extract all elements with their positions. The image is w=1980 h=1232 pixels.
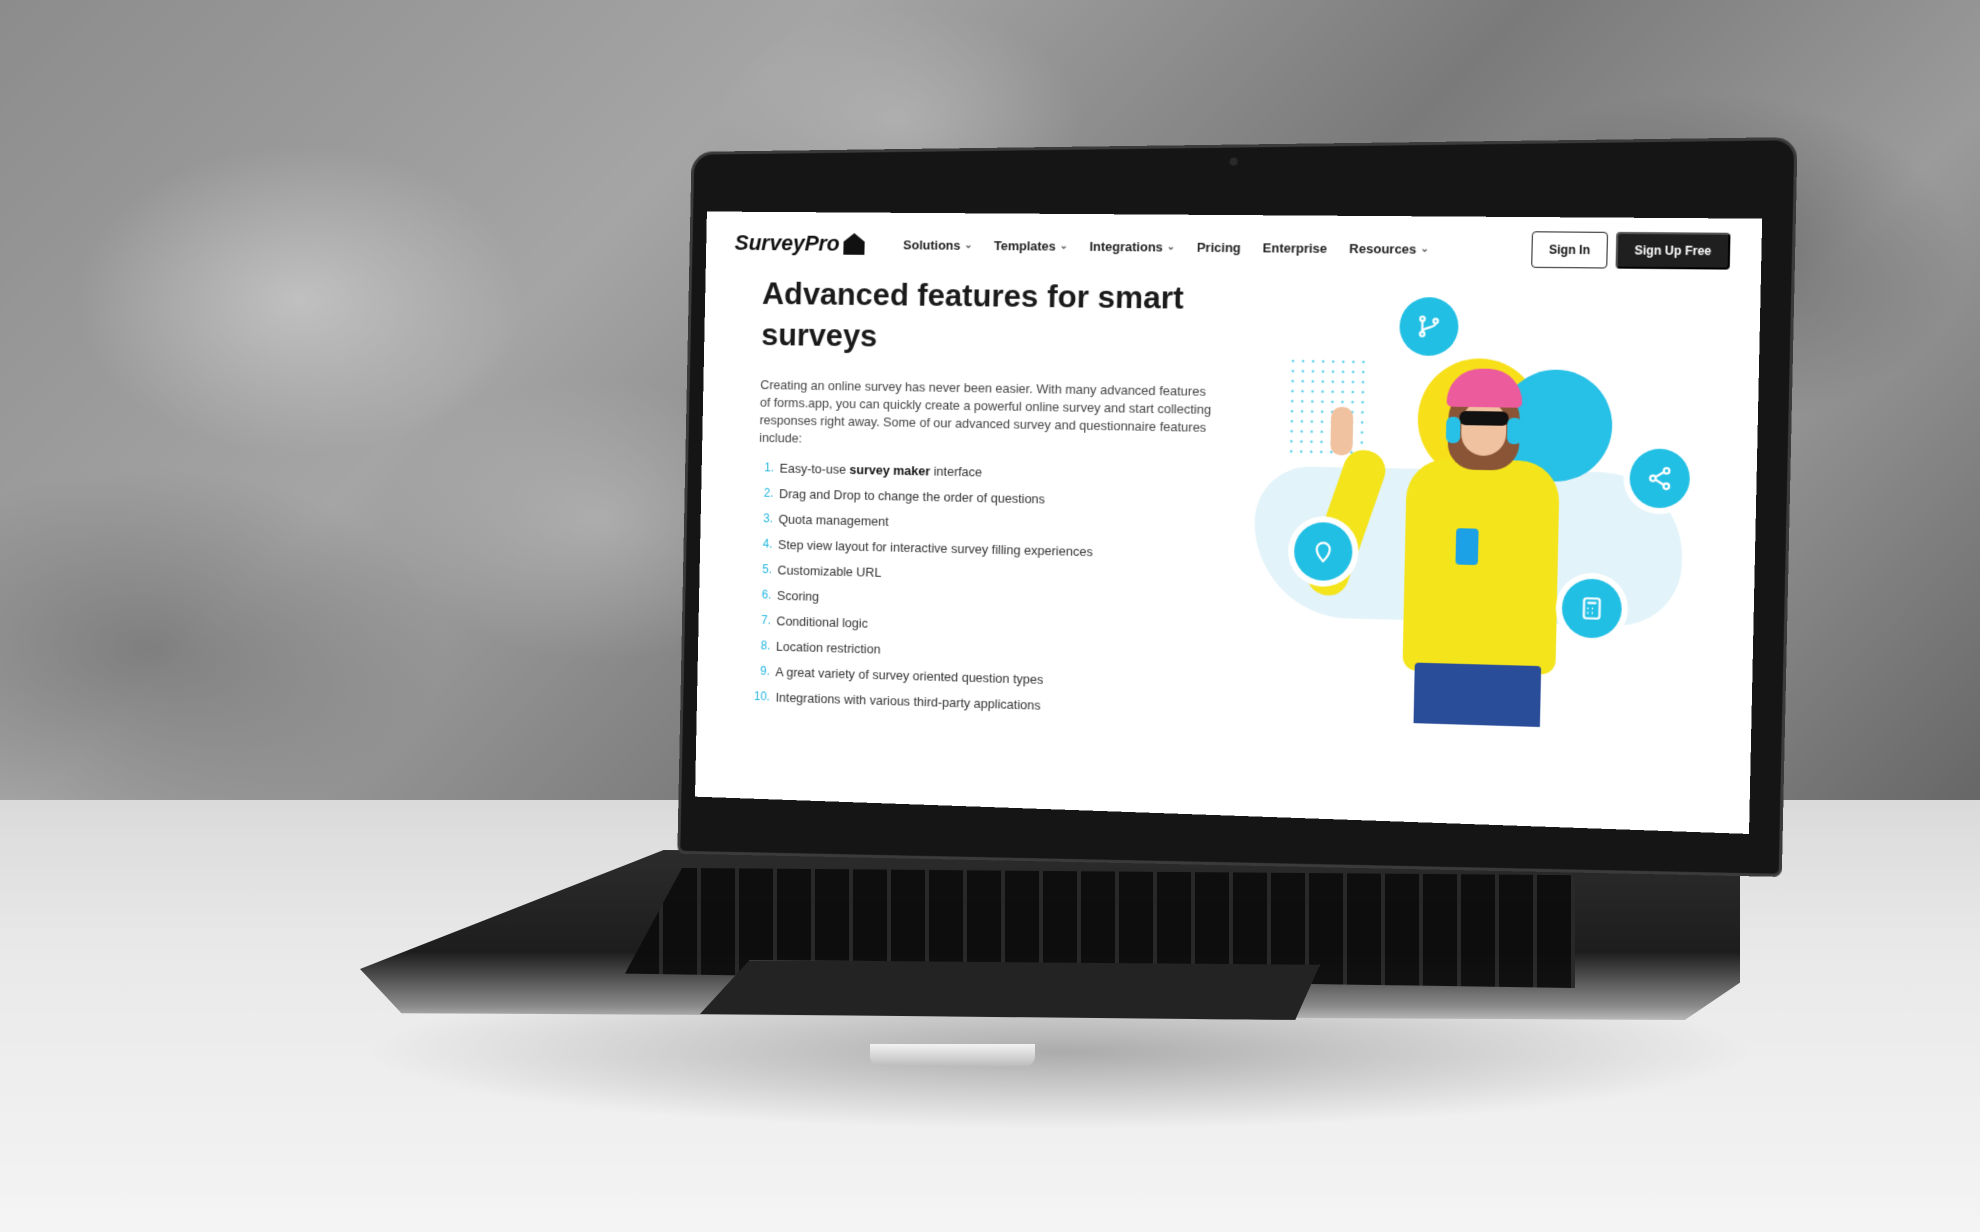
- dot-pattern: [1286, 355, 1369, 458]
- nav-item-label: Templates: [993, 237, 1056, 254]
- chevron-down-icon: ⌄: [1059, 240, 1069, 252]
- list-item: 7. Conditional logic: [755, 613, 1262, 641]
- calculator-icon: [1561, 578, 1623, 639]
- feature-list: 1. Easy-to-use survey maker interface 2. Dr…: [754, 460, 1266, 719]
- nav-item-label: Integrations: [1089, 238, 1164, 254]
- webcam: [1229, 157, 1238, 166]
- site-logo[interactable]: SurveyPro: [734, 230, 864, 257]
- list-item: 6. Scoring: [756, 588, 1263, 616]
- list-item: 2. Drag and Drop to change the order of q…: [758, 486, 1265, 511]
- list-text-pre: Easy-to-use: [779, 460, 850, 477]
- list-number: 2.: [763, 485, 774, 500]
- intro-paragraph: Creating an online survey has never been…: [759, 377, 1212, 446]
- list-text-pre: Integrations with various third-party ap…: [775, 689, 1041, 713]
- list-text-bold[interactable]: survey maker: [849, 462, 930, 478]
- chevron-down-icon: ⌄: [964, 239, 973, 251]
- list-text: Scoring: [777, 588, 819, 604]
- list-number: 7.: [761, 613, 771, 628]
- sunglasses: [1459, 410, 1509, 426]
- list-number: 4.: [762, 536, 773, 551]
- list-item: 8. Location restriction: [755, 638, 1262, 667]
- laptop-shadow: [360, 1000, 1760, 1130]
- sign-up-button[interactable]: Sign Up Free: [1615, 231, 1731, 270]
- list-item: 9. A great variety of survey oriented que…: [754, 664, 1261, 694]
- list-text: Location restriction: [776, 639, 881, 657]
- list-text-pre: Quota management: [778, 511, 889, 529]
- nav-item-label: Resources: [1349, 240, 1417, 257]
- list-text: Customizable URL: [777, 563, 881, 580]
- list-item: 10. Integrations with various third-party…: [754, 689, 1261, 719]
- laptop-notch: [870, 1044, 1035, 1066]
- branch-icon: [1398, 296, 1460, 357]
- hero-illustration: [1239, 295, 1697, 791]
- list-text: Integrations with various third-party ap…: [775, 690, 1040, 713]
- nav-item-templates[interactable]: Templates ⌄: [994, 238, 1068, 253]
- list-item: 5. Customizable URL: [756, 562, 1263, 589]
- list-text: Quota management: [778, 512, 888, 529]
- nav-item-solutions[interactable]: Solutions ⌄: [903, 237, 973, 252]
- smartphone: [1455, 528, 1479, 566]
- list-item: 4. Step view layout for interactive surve…: [757, 537, 1264, 563]
- list-number: 1.: [764, 460, 775, 475]
- page-headline: Advanced features for smart surveys: [761, 275, 1185, 354]
- headphone-left: [1445, 416, 1461, 444]
- list-text: Drag and Drop to change the order of que…: [779, 486, 1045, 506]
- laptop-trackpad: [700, 960, 1320, 1020]
- list-number: 8.: [760, 638, 771, 653]
- nav-item-label: Enterprise: [1262, 239, 1328, 256]
- list-number: 10.: [753, 689, 771, 704]
- list-text-pre: Step view layout for interactive survey …: [777, 537, 1093, 560]
- list-number: 5.: [762, 562, 772, 577]
- nav-item-label: Pricing: [1196, 239, 1241, 255]
- share-icon: [1629, 448, 1691, 509]
- list-text-pre: A great variety of survey oriented quest…: [775, 664, 1044, 687]
- logo-mark-icon: [843, 233, 865, 255]
- list-text-post: interface: [930, 463, 983, 480]
- nav-actions: Sign In Sign Up Free: [1531, 231, 1731, 270]
- list-text: Step view layout for interactive survey …: [778, 537, 1093, 559]
- list-text: Conditional logic: [776, 613, 868, 630]
- features-section: Advanced features for smart surveys Crea…: [754, 273, 1270, 731]
- logo-text: SurveyPro: [734, 230, 840, 256]
- list-number: 6.: [761, 587, 772, 602]
- nav-item-enterprise[interactable]: Enterprise: [1263, 240, 1328, 256]
- nav-item-label: Solutions: [903, 236, 961, 253]
- woman-hand: [1330, 406, 1354, 456]
- list-text-pre: Conditional logic: [776, 613, 868, 631]
- woman-jeans: [1413, 662, 1542, 728]
- list-item: 1. Easy-to-use survey maker interface: [759, 460, 1266, 485]
- list-number: 9.: [760, 663, 770, 678]
- list-text: A great variety of survey oriented quest…: [775, 664, 1043, 687]
- woman-face: [1460, 400, 1507, 457]
- nav-item-resources[interactable]: Resources ⌄: [1349, 241, 1429, 257]
- list-text-pre: Location restriction: [775, 638, 881, 657]
- main-menu: Solutions ⌄ Templates ⌄ Integrations ⌄ Pricing…: [903, 237, 1429, 256]
- list-text-pre: Scoring: [776, 588, 820, 604]
- laptop-screen: SurveyPro Solutions ⌄ Templates ⌄ Integratio…: [695, 211, 1763, 834]
- list-text-pre: Drag and Drop to change the order of que…: [778, 486, 1046, 507]
- headphone-right: [1506, 417, 1522, 445]
- woman-sweater: [1402, 458, 1560, 675]
- list-item: 3. Quota management: [757, 511, 1264, 537]
- list-text: Easy-to-use survey maker interface: [779, 461, 982, 480]
- chevron-down-icon: ⌄: [1420, 243, 1430, 255]
- nav-item-pricing[interactable]: Pricing: [1197, 239, 1241, 254]
- chevron-down-icon: ⌄: [1166, 241, 1176, 253]
- list-number: 3.: [763, 511, 773, 526]
- list-text-pre: Customizable URL: [777, 562, 882, 580]
- sign-in-button[interactable]: Sign In: [1531, 231, 1609, 269]
- nav-item-integrations[interactable]: Integrations ⌄: [1089, 238, 1175, 254]
